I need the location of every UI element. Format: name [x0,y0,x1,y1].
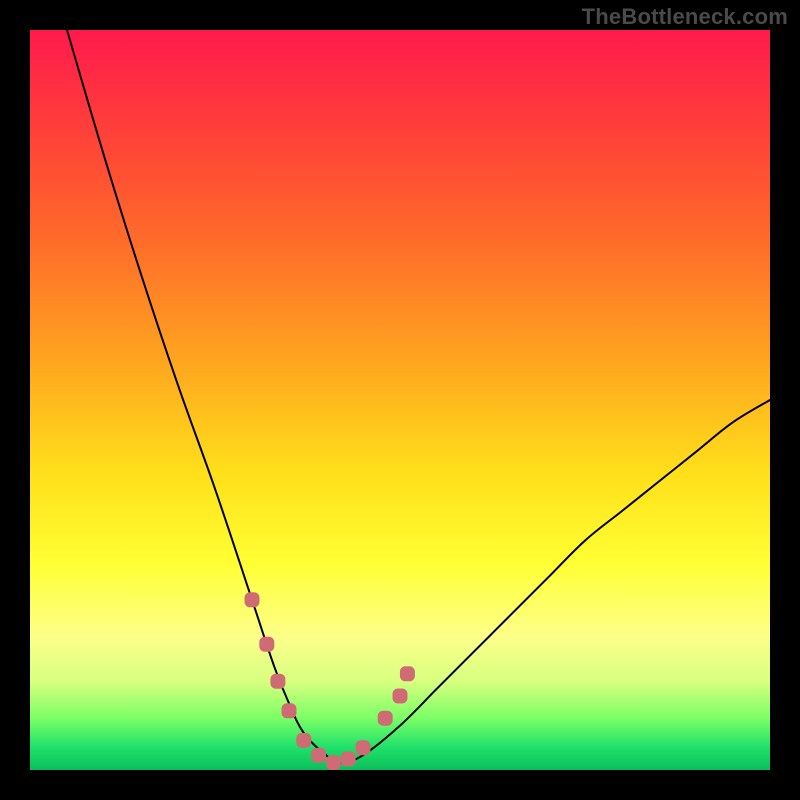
curve-marker [271,674,285,688]
curve-marker [245,593,259,607]
watermark-label: TheBottleneck.com [582,4,788,30]
curve-marker [326,756,340,770]
curve-marker [393,689,407,703]
marker-group [245,593,414,770]
chart-frame: TheBottleneck.com [0,0,800,800]
curve-marker [260,637,274,651]
curve-marker [356,741,370,755]
plot-area [30,30,770,770]
curve-marker [312,748,326,762]
curve-marker [297,733,311,747]
curve-marker [282,704,296,718]
curve-line [67,30,770,763]
curve-marker [378,711,392,725]
curve-marker [341,752,355,766]
chart-svg [30,30,770,770]
curve-marker [400,667,414,681]
